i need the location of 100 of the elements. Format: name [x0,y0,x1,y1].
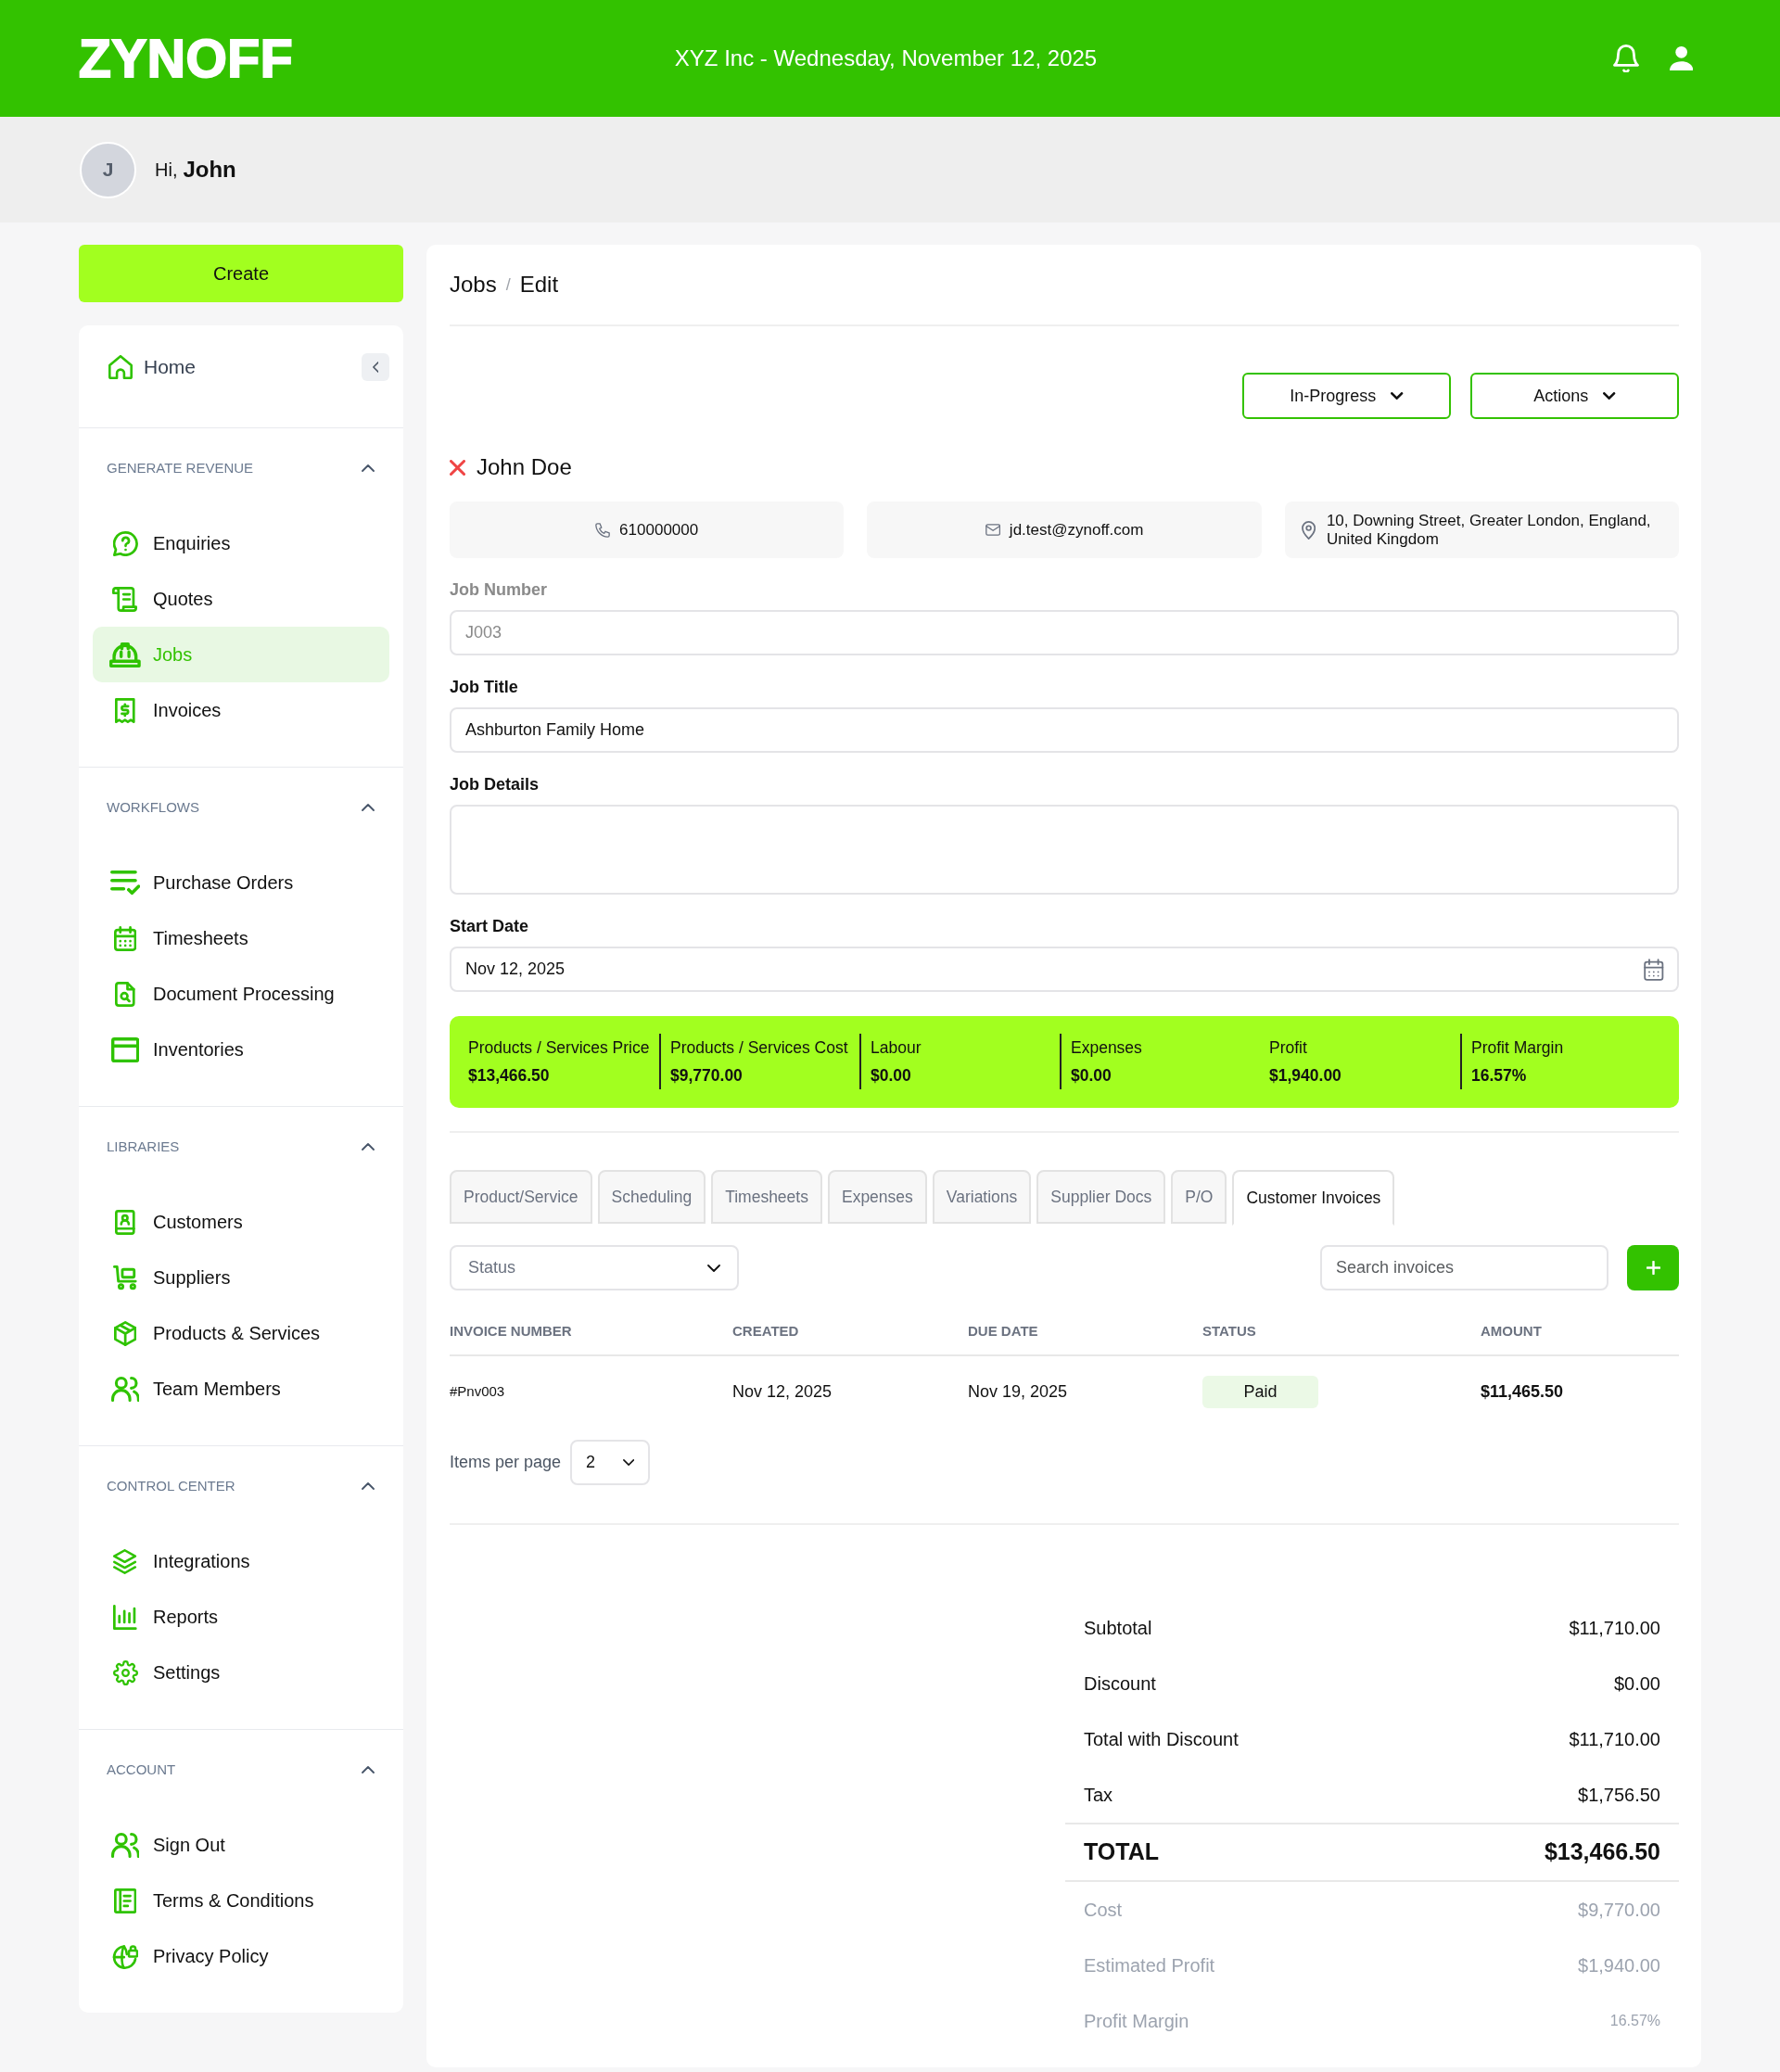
nav-item[interactable]: Document Processing [93,966,389,1022]
settings-icon [112,1659,138,1685]
nav-item[interactable]: Integrations [93,1533,389,1589]
nav-item[interactable]: Privacy Policy [93,1928,389,1984]
question-bubble-icon [112,530,138,556]
section-toggle[interactable]: LIBRARIES [79,1134,403,1160]
home-link[interactable]: Home [108,352,197,382]
column-header: AMOUNT [1481,1322,1543,1341]
header-title: XYZ Inc - Wednesday, November 12, 2025 [674,44,1098,72]
field-label: Start Date [450,916,530,937]
plus-icon [1646,1261,1660,1275]
text-field[interactable]: Ashburton Family Home [450,707,1679,753]
chevron-down-icon [707,1264,720,1272]
nav-item[interactable]: Products & Services [93,1305,389,1361]
total-value: $0.00 [1613,1672,1660,1696]
user-icon[interactable] [1669,46,1693,70]
total-value: $9,770.00 [1578,1899,1660,1922]
tab[interactable]: Customer Invoices [1232,1170,1395,1226]
nav-item[interactable]: Reports [93,1589,389,1645]
details-field[interactable] [450,805,1679,895]
caret-icon [1391,392,1404,400]
metric-label: Labour [871,1037,922,1059]
avatar: J [80,141,136,198]
metric-value: $9,770.00 [670,1065,744,1087]
section-toggle[interactable]: CONTROL CENTER [79,1473,403,1499]
bar-chart-icon [113,1604,137,1630]
nav-item[interactable]: Quotes [93,571,389,627]
total-value: 16.57% [1609,2012,1660,2030]
total-label: Tax [1084,1784,1113,1807]
column-header: CREATED [732,1322,800,1341]
section-toggle[interactable]: GENERATE REVENUE [79,455,403,481]
column-header: DUE DATE [968,1322,1039,1341]
page-size-dropdown[interactable]: 2 [570,1440,651,1485]
cube-icon [113,1320,137,1346]
column-header: INVOICE NUMBER [450,1322,573,1341]
email-address: jd.test@zynoff.com [1009,519,1144,540]
total-label: TOTAL [1084,1837,1159,1867]
contact-book-icon [115,1209,135,1235]
nav-item[interactable]: Enquiries [93,515,389,571]
field-label: Job Number [450,579,548,601]
metric-value: $13,466.50 [468,1065,551,1087]
phone-icon [595,522,611,538]
status-dropdown-button[interactable]: In-Progress [1242,373,1451,419]
total-label: Total with Discount [1084,1728,1239,1751]
tab[interactable]: Product/Service [450,1170,592,1224]
close-icon[interactable] [450,459,465,476]
tab[interactable]: Scheduling [597,1170,706,1224]
logo: ZYNOFF [79,32,293,85]
nav-item[interactable]: Inventories [93,1022,389,1077]
due-date: Nov 19, 2025 [968,1380,1069,1403]
checklist-icon [109,870,141,896]
bell-icon[interactable] [1612,44,1639,72]
caret-icon [1603,392,1616,400]
document-icon [113,1888,137,1913]
tab[interactable]: Variations [932,1170,1032,1224]
nav-item[interactable]: Sign Out [93,1817,389,1873]
created-date: Nov 12, 2025 [732,1380,833,1403]
add-button[interactable] [1627,1245,1679,1290]
user-name: John [183,156,236,184]
field-label: Job Title [450,677,519,698]
create-button[interactable]: Create [79,245,403,302]
metric-value: $1,940.00 [1269,1065,1342,1087]
nav-item[interactable]: Settings [93,1645,389,1700]
calendar-icon[interactable] [1644,958,1664,981]
section-toggle[interactable]: WORKFLOWS [79,794,403,820]
date-field[interactable]: Nov 12, 2025 [450,947,1679,992]
card-icon [110,1036,140,1062]
metric-label: Profit [1269,1037,1308,1059]
tab[interactable]: Expenses [827,1170,927,1224]
nav-item[interactable]: Timesheets [93,910,389,966]
chevron-down-icon [622,1459,635,1466]
users-icon [110,1832,140,1858]
nav-item[interactable]: Invoices [93,682,389,738]
tab[interactable]: P/O [1171,1170,1227,1224]
nav-item[interactable]: Suppliers [93,1250,389,1305]
collapse-button[interactable] [362,353,389,381]
nav-item[interactable]: Team Members [93,1361,389,1417]
breadcrumb-link[interactable]: Jobs [450,268,497,301]
scroll-icon [111,586,139,612]
invoice-amount: $11,465.50 [1481,1380,1565,1403]
total-label: Estimated Profit [1084,1954,1215,1977]
search-field[interactable]: Search invoices [1320,1245,1608,1290]
tab[interactable]: Timesheets [711,1170,822,1224]
total-value: $1,940.00 [1578,1954,1660,1977]
total-label: Discount [1084,1672,1156,1696]
address-text: 10, Downing Street, Greater London, England, United Kingdom [1326,511,1652,549]
column-header: STATUS [1202,1322,1257,1341]
actions-button[interactable]: Actions [1470,373,1679,419]
nav-item[interactable]: Customers [93,1194,389,1250]
tab[interactable]: Supplier Docs [1036,1170,1166,1224]
calendar-icon [113,925,137,951]
status-badge: Paid [1202,1375,1318,1408]
section-toggle[interactable]: ACCOUNT [79,1757,403,1783]
nav-item[interactable]: Purchase Orders [93,855,389,910]
hard-hat-icon [109,642,141,667]
phone-number: 610000000 [619,519,699,540]
metric-value: $0.00 [871,1065,912,1087]
status-filter[interactable]: Status [450,1245,739,1290]
users-icon [110,1376,140,1402]
nav-item[interactable]: Terms & Conditions [93,1873,389,1928]
